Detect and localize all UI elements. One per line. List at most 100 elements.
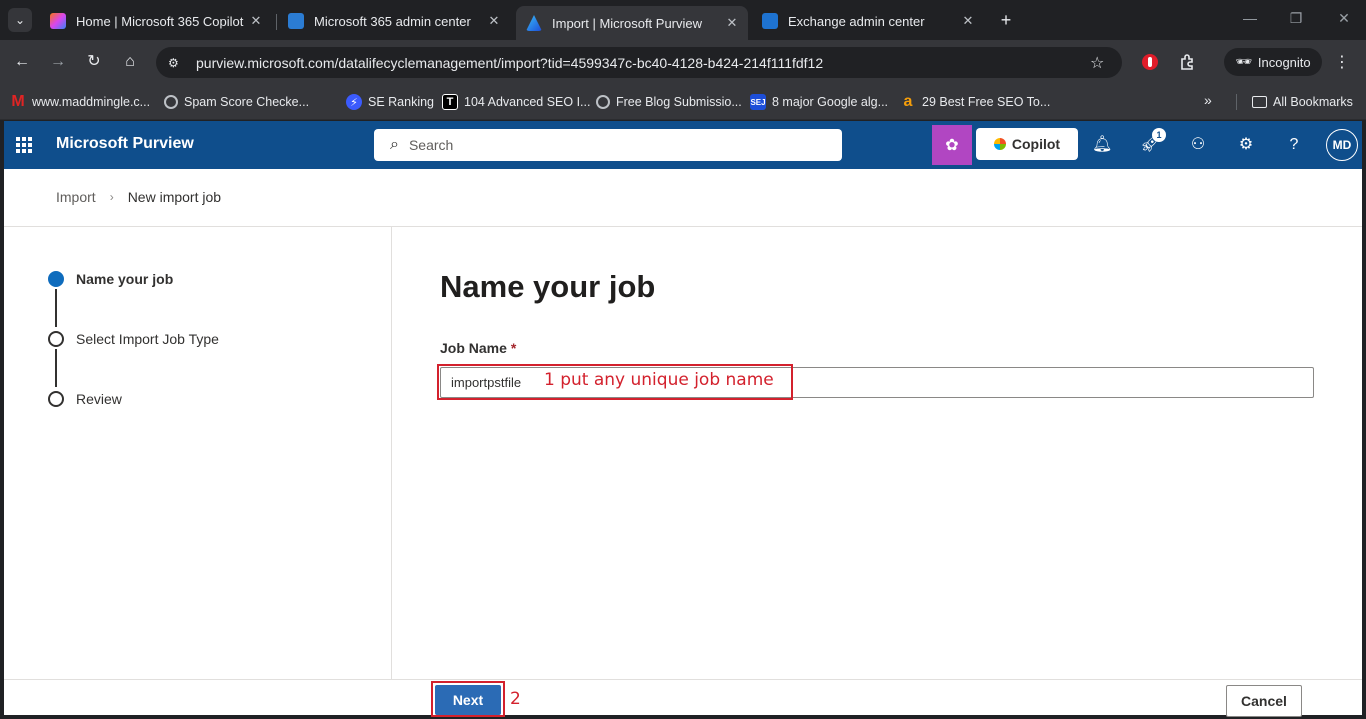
tab-import-purview[interactable]: Import | Microsoft Purview ✕ bbox=[516, 6, 748, 40]
bookmark-star-icon[interactable]: ☆ bbox=[1090, 53, 1110, 73]
copilot-button[interactable]: Copilot bbox=[976, 128, 1078, 160]
bookmark-label: 8 major Google alg... bbox=[772, 95, 889, 109]
org-explorer-icon[interactable]: ⚇ bbox=[1188, 135, 1208, 155]
notifications-bell-icon[interactable]: 🔔︎ bbox=[1092, 135, 1112, 155]
close-tab-icon[interactable]: ✕ bbox=[484, 13, 504, 29]
globe-icon bbox=[596, 95, 610, 109]
settings-gear-icon[interactable]: ⚙ bbox=[1236, 135, 1256, 155]
bookmark-label: 29 Best Free SEO To... bbox=[922, 95, 1051, 109]
bookmark-item[interactable]: T 104 Advanced SEO I... bbox=[442, 92, 590, 112]
tab-strip: ⌄ Home | Microsoft 365 Copilot ✕ Microso… bbox=[0, 0, 1366, 40]
sej-icon: SEJ bbox=[750, 94, 766, 110]
required-marker: * bbox=[510, 340, 517, 356]
tab-title: Import | Microsoft Purview bbox=[552, 15, 703, 31]
tab-title: Microsoft 365 admin center bbox=[314, 13, 471, 29]
bookmark-item[interactable]: Free Blog Submissio... bbox=[596, 92, 742, 112]
step-pending-icon bbox=[48, 391, 64, 407]
cancel-button[interactable]: Cancel bbox=[1226, 685, 1302, 717]
bookmarks-divider bbox=[1236, 94, 1237, 110]
footer-divider bbox=[4, 679, 1362, 680]
panel-divider bbox=[391, 227, 392, 679]
annotation-highlight-box bbox=[431, 681, 505, 717]
bookmark-item[interactable]: Spam Score Checke... bbox=[164, 92, 309, 112]
bookmark-label: Free Blog Submissio... bbox=[616, 95, 742, 109]
purview-favicon-icon bbox=[526, 15, 542, 31]
step-label: Name your job bbox=[76, 271, 174, 287]
breadcrumb: Import › New import job bbox=[56, 189, 221, 205]
forward-arrow-icon[interactable]: → bbox=[48, 52, 68, 72]
exchange-favicon-icon bbox=[762, 13, 778, 29]
minimize-icon[interactable]: — bbox=[1240, 10, 1260, 26]
ahrefs-icon: a bbox=[903, 93, 913, 110]
close-tab-icon[interactable]: ✕ bbox=[722, 15, 742, 31]
wizard-content: Import › New import job Name your job Se… bbox=[4, 169, 1362, 717]
incognito-indicator[interactable]: 🕶 Incognito bbox=[1224, 48, 1322, 76]
tab-divider bbox=[276, 14, 277, 30]
step-pending-icon bbox=[48, 331, 64, 347]
folder-icon bbox=[1252, 96, 1267, 108]
bookmark-item[interactable]: a 29 Best Free SEO To... bbox=[900, 92, 1051, 112]
tab-m365-admin-center[interactable]: Microsoft 365 admin center ✕ bbox=[278, 6, 510, 36]
incognito-icon: 🕶 bbox=[1235, 54, 1252, 69]
browser-toolbar: ← → ↻ ⌂ ⚙ purview.microsoft.com/datalife… bbox=[0, 40, 1366, 84]
step-connector bbox=[55, 349, 57, 387]
annotation-note: 1 put any unique job name bbox=[544, 370, 774, 390]
bookmark-item[interactable]: SEJ 8 major Google alg... bbox=[750, 92, 888, 112]
search-icon: ⌕ bbox=[390, 136, 399, 153]
copilot-logo-icon bbox=[993, 138, 1006, 150]
copilot-label: Copilot bbox=[1011, 136, 1061, 152]
all-bookmarks-button[interactable]: All Bookmarks bbox=[1252, 92, 1353, 112]
tab-microsoft-365-copilot[interactable]: Home | Microsoft 365 Copilot ✕ bbox=[40, 6, 272, 36]
bookmark-favicon-icon: M bbox=[11, 93, 25, 110]
breadcrumb-import-link[interactable]: Import bbox=[56, 189, 96, 205]
site-info-icon[interactable]: ⚙ bbox=[168, 56, 186, 70]
incognito-label: Incognito bbox=[1257, 54, 1311, 70]
bookmark-item[interactable]: M www.maddmingle.c... bbox=[10, 92, 150, 112]
step-name-your-job[interactable]: Name your job bbox=[48, 271, 173, 287]
all-bookmarks-label: All Bookmarks bbox=[1273, 95, 1353, 109]
new-tab-button[interactable]: + bbox=[996, 10, 1016, 30]
back-arrow-icon[interactable]: ← bbox=[12, 52, 32, 72]
search-placeholder[interactable]: Search bbox=[409, 137, 453, 153]
notification-count-badge: 1 bbox=[1152, 128, 1166, 142]
tab-exchange-admin-center[interactable]: Exchange admin center ✕ bbox=[752, 6, 984, 36]
page-title: Name your job bbox=[440, 269, 656, 304]
copilot-favicon-icon bbox=[50, 13, 66, 29]
close-tab-icon[interactable]: ✕ bbox=[246, 13, 266, 29]
purview-header: Microsoft Purview ⌕ Search ✿ Copilot 🔔︎ … bbox=[4, 121, 1362, 169]
close-window-icon[interactable]: ✕ bbox=[1334, 10, 1354, 27]
app-title[interactable]: Microsoft Purview bbox=[56, 135, 194, 153]
search-box[interactable]: ⌕ Search bbox=[374, 129, 842, 161]
app-launcher-icon[interactable] bbox=[16, 137, 32, 153]
step-review[interactable]: Review bbox=[48, 391, 122, 407]
restore-icon[interactable]: ❐ bbox=[1286, 10, 1306, 27]
bookmark-item[interactable]: ⚡ SE Ranking bbox=[346, 92, 434, 112]
url-text[interactable]: purview.microsoft.com/datalifecyclemanag… bbox=[196, 55, 1090, 71]
step-select-import-job-type[interactable]: Select Import Job Type bbox=[48, 331, 219, 347]
security-copilot-icon[interactable]: ✿ bbox=[932, 125, 972, 165]
bookmark-label: 104 Advanced SEO I... bbox=[464, 95, 591, 109]
avatar[interactable]: MD bbox=[1326, 129, 1358, 161]
extensions-puzzle-icon[interactable] bbox=[1178, 52, 1198, 72]
se-ranking-icon: ⚡ bbox=[346, 94, 362, 110]
home-icon[interactable]: ⌂ bbox=[120, 52, 140, 72]
divider bbox=[4, 226, 1362, 227]
reload-icon[interactable]: ↻ bbox=[84, 52, 104, 72]
bookmarks-overflow-icon[interactable]: » bbox=[1204, 92, 1212, 108]
tab-title: Home | Microsoft 365 Copilot bbox=[76, 13, 244, 29]
job-name-label-text: Job Name bbox=[440, 340, 507, 356]
browser-menu-icon[interactable]: ⋮ bbox=[1334, 52, 1350, 72]
bookmark-label: SE Ranking bbox=[368, 95, 435, 109]
help-question-icon[interactable]: ? bbox=[1284, 135, 1304, 155]
step-connector bbox=[55, 289, 57, 327]
bookmark-label: Spam Score Checke... bbox=[184, 95, 310, 109]
tab-search-chevron-icon[interactable]: ⌄ bbox=[8, 8, 32, 32]
step-current-icon bbox=[48, 271, 64, 287]
admin-center-favicon-icon bbox=[288, 13, 304, 29]
address-bar[interactable]: ⚙ purview.microsoft.com/datalifecycleman… bbox=[156, 47, 1122, 78]
close-tab-icon[interactable]: ✕ bbox=[958, 13, 978, 29]
globe-icon bbox=[164, 95, 178, 109]
extension-red-icon[interactable] bbox=[1140, 52, 1160, 72]
step-label: Select Import Job Type bbox=[76, 331, 219, 347]
step-label: Review bbox=[76, 391, 122, 407]
